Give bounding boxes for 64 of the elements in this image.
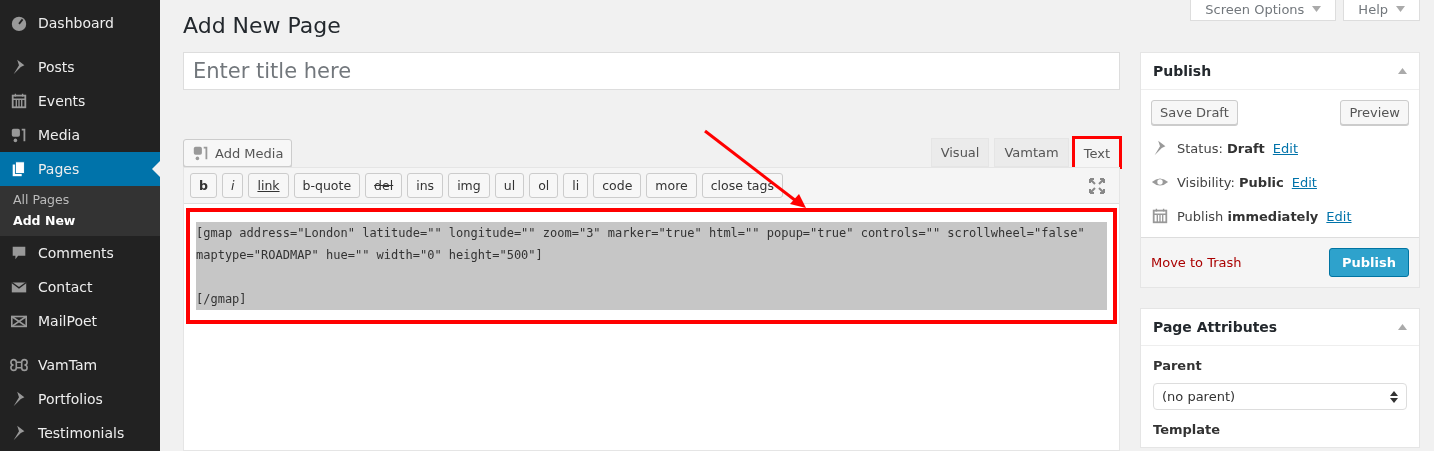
field-label: Parent xyxy=(1152,357,1203,375)
quicktag-button[interactable]: code xyxy=(593,173,642,198)
quicktag-button[interactable]: close tags xyxy=(701,173,783,198)
editor-tab[interactable]: Visual xyxy=(930,138,990,167)
title-field[interactable]: Enter title here xyxy=(183,52,1120,90)
sidebar-item[interactable]: Comments xyxy=(0,236,160,270)
editor-tab[interactable]: Text xyxy=(1073,138,1120,167)
publish-setting: Status: Draft xyxy=(1177,140,1265,156)
quicktag-button[interactable]: del xyxy=(365,173,403,198)
screen-meta-tab[interactable]: Help xyxy=(1343,0,1420,21)
sidebar-item[interactable]: Contact xyxy=(0,270,160,304)
calendar-icon xyxy=(1151,207,1169,225)
quicktag-button[interactable]: ul xyxy=(494,173,525,198)
sidebar-item[interactable]: Posts xyxy=(0,50,160,84)
caret-icon xyxy=(1312,6,1322,12)
box-title: Publish xyxy=(1153,63,1212,79)
sidebar-item[interactable]: Media xyxy=(0,118,160,152)
page-heading: Add New Page xyxy=(183,13,342,38)
quicktag-button[interactable]: li xyxy=(563,173,589,198)
box-title: Page Attributes xyxy=(1153,319,1278,335)
selected-code: [gmap address="London" latitude="" longitude="" zoom="3" marker="true" html="" popup="true" controls="" scrollwheel="false" maptype="ROADMAP" hue="" width="0" height="500"] [/gmap] xyxy=(196,222,1107,310)
editor-tab[interactable]: Vamtam xyxy=(994,138,1069,167)
media-icon xyxy=(192,144,210,162)
select-arrows-icon xyxy=(1390,390,1398,403)
collapse-icon[interactable] xyxy=(1398,324,1407,330)
quicktag-button[interactable]: link xyxy=(248,173,289,198)
submenu-item[interactable]: All Pages xyxy=(0,192,160,207)
trash-link[interactable]: Move to Trash xyxy=(1151,255,1242,270)
field-label: Template xyxy=(1152,421,1222,439)
publish-setting: Visibility: Public xyxy=(1177,174,1284,190)
screen-meta-tab[interactable]: Screen Options xyxy=(1190,0,1337,21)
quicktag-button[interactable]: b xyxy=(190,173,217,198)
edit-link[interactable]: Edit xyxy=(1326,208,1352,224)
sidebar-item[interactable]: Portfolios xyxy=(0,382,160,416)
dashboard-icon xyxy=(10,14,28,32)
submenu-item[interactable]: Add New xyxy=(0,213,160,228)
caret-icon xyxy=(1396,6,1405,12)
edit-link[interactable]: Edit xyxy=(1272,140,1298,156)
quicktag-button[interactable]: img xyxy=(448,173,490,198)
quicktag-button[interactable]: ol xyxy=(529,173,559,198)
command-icon xyxy=(10,356,28,374)
comment-icon xyxy=(10,244,28,262)
parent-select[interactable]: (no parent) xyxy=(1153,383,1407,410)
text-area[interactable]: [gmap address="London" latitude="" longitude="" zoom="3" marker="true" html="" popup="true" controls="" scrollwheel="false" maptype="ROADMAP" hue="" width="0" height="500"] [/gmap] xyxy=(186,208,1117,324)
pages-icon xyxy=(10,160,28,178)
sidebar-item[interactable]: VamTam xyxy=(0,348,160,382)
media-icon xyxy=(10,126,28,144)
sidebar-item[interactable]: Testimonials xyxy=(0,416,160,450)
edit-link[interactable]: Edit xyxy=(1291,174,1317,190)
preview-button[interactable]: Preview xyxy=(1340,100,1409,125)
quicktag-button[interactable]: i xyxy=(221,173,244,198)
save-draft-button[interactable]: Save Draft xyxy=(1151,100,1238,125)
quicktag-button[interactable]: ins xyxy=(407,173,444,198)
sidebar-item[interactable]: Pages xyxy=(0,152,160,186)
publish-setting: Publish immediately xyxy=(1177,208,1319,224)
sidebar-item[interactable]: MailPoet xyxy=(0,304,160,338)
quicktag-button[interactable]: more xyxy=(646,173,697,198)
quicktag-button[interactable]: b-quote xyxy=(293,173,361,198)
collapse-icon[interactable] xyxy=(1398,68,1407,74)
fullscreen-icon[interactable] xyxy=(1089,177,1105,194)
sidebar-item[interactable]: Dashboard xyxy=(0,6,160,40)
calendar-icon xyxy=(10,92,28,110)
sidebar-item[interactable]: Events xyxy=(0,84,160,118)
add-media-button[interactable]: Add Media xyxy=(183,139,293,167)
